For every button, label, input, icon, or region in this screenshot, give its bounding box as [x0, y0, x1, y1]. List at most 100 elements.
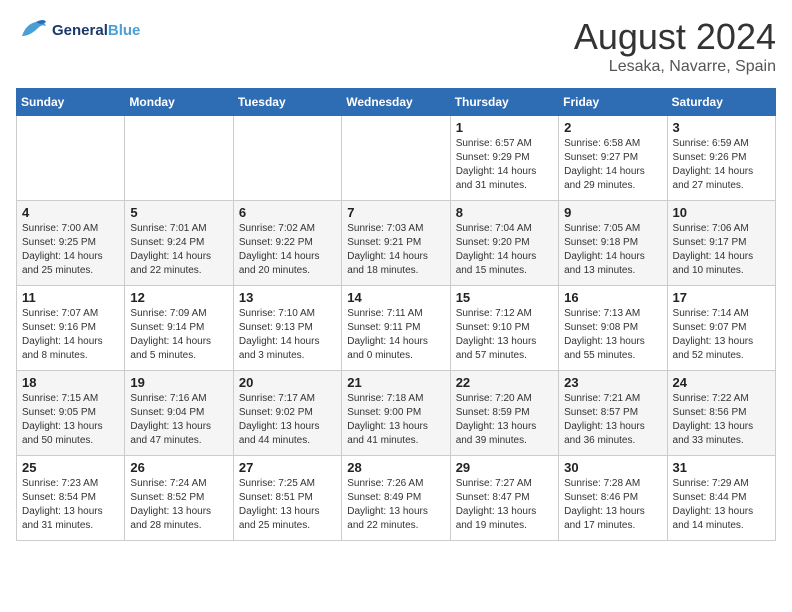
day-info: Sunrise: 7:23 AM Sunset: 8:54 PM Dayligh…	[22, 477, 119, 533]
day-info: Sunrise: 7:29 AM Sunset: 8:44 PM Dayligh…	[673, 477, 770, 533]
day-info: Sunrise: 7:04 AM Sunset: 9:20 PM Dayligh…	[456, 222, 553, 278]
day-number: 31	[673, 460, 770, 475]
day-number: 21	[347, 375, 444, 390]
calendar-cell: 22Sunrise: 7:20 AM Sunset: 8:59 PM Dayli…	[450, 371, 558, 456]
subtitle: Lesaka, Navarre, Spain	[574, 58, 776, 76]
calendar-cell: 9 Sunrise: 7:05 AM Sunset: 9:18 PM Daylig…	[559, 201, 667, 286]
calendar-cell: 7 Sunrise: 7:03 AM Sunset: 9:21 PM Daylig…	[342, 201, 450, 286]
day-number: 12	[130, 290, 227, 305]
day-info: Sunrise: 7:26 AM Sunset: 8:49 PM Dayligh…	[347, 477, 444, 533]
day-info: Sunrise: 7:25 AM Sunset: 8:51 PM Dayligh…	[239, 477, 336, 533]
day-number: 9	[564, 205, 661, 220]
calendar-cell: 14 Sunrise: 7:11 AM Sunset: 9:11 PM Dayli…	[342, 286, 450, 371]
calendar-cell: 2 Sunrise: 6:58 AM Sunset: 9:27 PM Daylig…	[559, 116, 667, 201]
day-info: Sunrise: 7:11 AM Sunset: 9:11 PM Dayligh…	[347, 307, 444, 363]
day-info: Sunrise: 7:00 AM Sunset: 9:25 PM Dayligh…	[22, 222, 119, 278]
day-number: 29	[456, 460, 553, 475]
calendar-table: SundayMondayTuesdayWednesdayThursdayFrid…	[16, 88, 776, 541]
day-info: Sunrise: 7:07 AM Sunset: 9:16 PM Dayligh…	[22, 307, 119, 363]
calendar-cell: 27 Sunrise: 7:25 AM Sunset: 8:51 PM Dayli…	[233, 456, 341, 541]
day-number: 24	[673, 375, 770, 390]
day-info: Sunrise: 7:10 AM Sunset: 9:13 PM Dayligh…	[239, 307, 336, 363]
day-number: 25	[22, 460, 119, 475]
day-info: Sunrise: 7:05 AM Sunset: 9:18 PM Dayligh…	[564, 222, 661, 278]
day-number: 6	[239, 205, 336, 220]
calendar-cell: 31 Sunrise: 7:29 AM Sunset: 8:44 PM Dayli…	[667, 456, 775, 541]
day-info: Sunrise: 7:03 AM Sunset: 9:21 PM Dayligh…	[347, 222, 444, 278]
calendar-cell: 30Sunrise: 7:28 AM Sunset: 8:46 PM Dayli…	[559, 456, 667, 541]
calendar-cell: 19Sunrise: 7:16 AM Sunset: 9:04 PM Dayli…	[125, 371, 233, 456]
calendar-cell: 6 Sunrise: 7:02 AM Sunset: 9:22 PM Daylig…	[233, 201, 341, 286]
day-info: Sunrise: 7:28 AM Sunset: 8:46 PM Dayligh…	[564, 477, 661, 533]
calendar-cell: 29Sunrise: 7:27 AM Sunset: 8:47 PM Dayli…	[450, 456, 558, 541]
calendar-cell: 18Sunrise: 7:15 AM Sunset: 9:05 PM Dayli…	[17, 371, 125, 456]
calendar-cell: 8 Sunrise: 7:04 AM Sunset: 9:20 PM Daylig…	[450, 201, 558, 286]
day-info: Sunrise: 7:17 AM Sunset: 9:02 PM Dayligh…	[239, 392, 336, 448]
day-number: 17	[673, 290, 770, 305]
day-info: Sunrise: 7:06 AM Sunset: 9:17 PM Dayligh…	[673, 222, 770, 278]
calendar-cell: 15Sunrise: 7:12 AM Sunset: 9:10 PM Dayli…	[450, 286, 558, 371]
calendar-cell: 21 Sunrise: 7:18 AM Sunset: 9:00 PM Dayli…	[342, 371, 450, 456]
day-number: 27	[239, 460, 336, 475]
calendar-cell: 16Sunrise: 7:13 AM Sunset: 9:08 PM Dayli…	[559, 286, 667, 371]
day-number: 7	[347, 205, 444, 220]
day-number: 23	[564, 375, 661, 390]
weekday-header: Friday	[559, 89, 667, 116]
day-number: 18	[22, 375, 119, 390]
calendar-cell: 25 Sunrise: 7:23 AM Sunset: 8:54 PM Dayli…	[17, 456, 125, 541]
title-block: August 2024 Lesaka, Navarre, Spain	[574, 16, 776, 76]
day-number: 28	[347, 460, 444, 475]
day-info: Sunrise: 7:14 AM Sunset: 9:07 PM Dayligh…	[673, 307, 770, 363]
day-number: 15	[456, 290, 553, 305]
day-number: 4	[22, 205, 119, 220]
day-info: Sunrise: 7:21 AM Sunset: 8:57 PM Dayligh…	[564, 392, 661, 448]
calendar-cell: 24 Sunrise: 7:22 AM Sunset: 8:56 PM Dayli…	[667, 371, 775, 456]
day-number: 10	[673, 205, 770, 220]
day-number: 26	[130, 460, 227, 475]
calendar-week-row: 11 Sunrise: 7:07 AM Sunset: 9:16 PM Dayli…	[17, 286, 776, 371]
day-info: Sunrise: 7:16 AM Sunset: 9:04 PM Dayligh…	[130, 392, 227, 448]
calendar-cell: 23 Sunrise: 7:21 AM Sunset: 8:57 PM Dayli…	[559, 371, 667, 456]
day-info: Sunrise: 7:01 AM Sunset: 9:24 PM Dayligh…	[130, 222, 227, 278]
calendar-cell: 17 Sunrise: 7:14 AM Sunset: 9:07 PM Dayli…	[667, 286, 775, 371]
day-info: Sunrise: 6:57 AM Sunset: 9:29 PM Dayligh…	[456, 137, 553, 193]
calendar-cell: 1 Sunrise: 6:57 AM Sunset: 9:29 PM Daylig…	[450, 116, 558, 201]
calendar-cell: 3Sunrise: 6:59 AM Sunset: 9:26 PM Daylig…	[667, 116, 775, 201]
logo: GeneralBlue	[16, 16, 140, 44]
logo-text: GeneralBlue	[52, 22, 140, 39]
weekday-header: Wednesday	[342, 89, 450, 116]
day-number: 16	[564, 290, 661, 305]
day-info: Sunrise: 7:18 AM Sunset: 9:00 PM Dayligh…	[347, 392, 444, 448]
day-info: Sunrise: 6:58 AM Sunset: 9:27 PM Dayligh…	[564, 137, 661, 193]
calendar-cell: 11 Sunrise: 7:07 AM Sunset: 9:16 PM Dayli…	[17, 286, 125, 371]
calendar-cell: 12Sunrise: 7:09 AM Sunset: 9:14 PM Dayli…	[125, 286, 233, 371]
weekday-header: Tuesday	[233, 89, 341, 116]
day-number: 11	[22, 290, 119, 305]
calendar-cell	[125, 116, 233, 201]
day-info: Sunrise: 7:24 AM Sunset: 8:52 PM Dayligh…	[130, 477, 227, 533]
day-info: Sunrise: 6:59 AM Sunset: 9:26 PM Dayligh…	[673, 137, 770, 193]
day-number: 22	[456, 375, 553, 390]
calendar-week-row: 18Sunrise: 7:15 AM Sunset: 9:05 PM Dayli…	[17, 371, 776, 456]
day-number: 14	[347, 290, 444, 305]
day-number: 2	[564, 120, 661, 135]
day-number: 20	[239, 375, 336, 390]
calendar-cell	[342, 116, 450, 201]
calendar-week-row: 1 Sunrise: 6:57 AM Sunset: 9:29 PM Daylig…	[17, 116, 776, 201]
calendar-week-row: 25 Sunrise: 7:23 AM Sunset: 8:54 PM Dayli…	[17, 456, 776, 541]
weekday-header: Saturday	[667, 89, 775, 116]
calendar-cell: 28 Sunrise: 7:26 AM Sunset: 8:49 PM Dayli…	[342, 456, 450, 541]
calendar-cell: 13 Sunrise: 7:10 AM Sunset: 9:13 PM Dayli…	[233, 286, 341, 371]
day-number: 8	[456, 205, 553, 220]
weekday-header: Sunday	[17, 89, 125, 116]
main-title: August 2024	[574, 16, 776, 58]
day-number: 13	[239, 290, 336, 305]
day-number: 1	[456, 120, 553, 135]
day-info: Sunrise: 7:22 AM Sunset: 8:56 PM Dayligh…	[673, 392, 770, 448]
calendar-header-row: SundayMondayTuesdayWednesdayThursdayFrid…	[17, 89, 776, 116]
calendar-cell: 10 Sunrise: 7:06 AM Sunset: 9:17 PM Dayli…	[667, 201, 775, 286]
calendar-cell: 20 Sunrise: 7:17 AM Sunset: 9:02 PM Dayli…	[233, 371, 341, 456]
day-info: Sunrise: 7:02 AM Sunset: 9:22 PM Dayligh…	[239, 222, 336, 278]
calendar-cell	[17, 116, 125, 201]
calendar-cell	[233, 116, 341, 201]
